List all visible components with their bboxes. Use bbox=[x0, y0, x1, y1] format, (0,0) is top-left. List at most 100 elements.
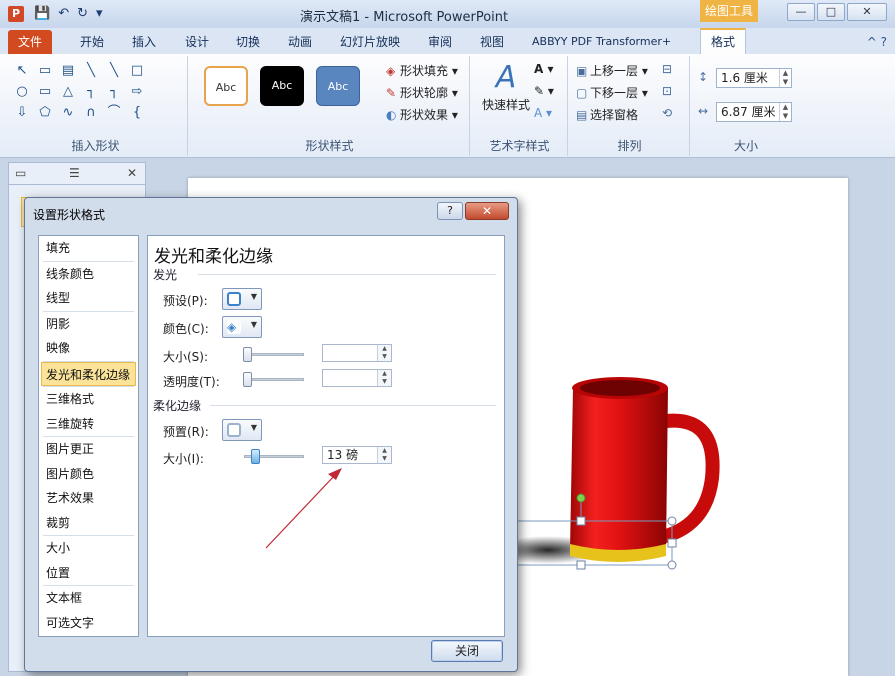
shape-option-icon[interactable]: ┐ bbox=[81, 83, 101, 101]
customize-qat-icon[interactable]: ▾ bbox=[96, 6, 103, 22]
shape-option-icon[interactable]: ⇩ bbox=[12, 104, 32, 122]
nav-item[interactable]: 阴影 bbox=[39, 312, 138, 337]
close-pane-icon[interactable]: ✕ bbox=[127, 166, 137, 180]
shape-outline-button[interactable]: ✎ 形状轮廓 ▾ bbox=[386, 84, 458, 101]
dialog-close-x-button[interactable]: ✕ bbox=[465, 202, 509, 220]
send-backward-button[interactable]: ▢ 下移一层 ▾ bbox=[576, 84, 648, 101]
save-icon[interactable]: 💾 bbox=[34, 6, 50, 22]
shape-style-black[interactable]: Abc bbox=[260, 66, 304, 106]
tab-format[interactable]: 格式 bbox=[700, 28, 747, 54]
tab-home[interactable]: 开始 bbox=[70, 30, 114, 54]
soft-edges-size-input[interactable]: 13 磅 ▲ ▼ bbox=[322, 446, 392, 464]
shape-option-icon[interactable]: ╲ bbox=[81, 62, 101, 80]
glow-size-input[interactable]: ▲ ▼ bbox=[322, 344, 392, 362]
resize-handle-right[interactable] bbox=[667, 538, 677, 548]
height-spinner-icon[interactable]: ▲ ▼ bbox=[779, 69, 791, 87]
tab-review[interactable]: 审阅 bbox=[418, 30, 462, 54]
nav-item[interactable]: 位置 bbox=[39, 561, 138, 586]
glow-color-dropdown[interactable]: ◈ ▼ bbox=[222, 316, 262, 338]
shape-option-icon[interactable]: ▭ bbox=[35, 83, 55, 101]
tab-transitions[interactable]: 切换 bbox=[226, 30, 270, 54]
glow-size-slider[interactable] bbox=[243, 347, 304, 362]
group-icon[interactable]: ⊡ bbox=[662, 84, 672, 98]
bring-forward-button[interactable]: ▣ 上移一层 ▾ bbox=[576, 62, 648, 79]
glow-transparency-slider[interactable] bbox=[243, 372, 304, 387]
shape-option-icon[interactable]: ▭ bbox=[35, 62, 55, 80]
text-effects-icon[interactable]: A ▾ bbox=[534, 106, 552, 120]
nav-item[interactable]: 可选文字 bbox=[39, 611, 138, 636]
shape-height-input[interactable]: 1.6 厘米 ▲ ▼ bbox=[716, 68, 792, 88]
width-spinner-icon[interactable]: ▲ ▼ bbox=[779, 103, 791, 121]
resize-handle-top[interactable] bbox=[576, 516, 586, 526]
tab-view[interactable]: 视图 bbox=[470, 30, 514, 54]
shape-option-icon[interactable]: ⌒ bbox=[104, 104, 124, 122]
redo-icon[interactable]: ↻ bbox=[77, 6, 88, 22]
glow-size-slider-knob[interactable] bbox=[243, 347, 252, 362]
dialog-close-button[interactable]: 关闭 bbox=[431, 640, 503, 662]
nav-item[interactable]: 映像 bbox=[39, 336, 138, 361]
shape-effects-button[interactable]: ◐ 形状效果 ▾ bbox=[386, 106, 458, 123]
nav-item[interactable]: 大小 bbox=[39, 536, 138, 561]
nav-item[interactable]: 图片颜色 bbox=[39, 462, 138, 487]
rotate-icon[interactable]: ⟲ bbox=[662, 106, 672, 120]
glow-transparency-slider-knob[interactable] bbox=[243, 372, 252, 387]
nav-item[interactable]: 裁剪 bbox=[39, 511, 138, 536]
tab-slideshow[interactable]: 幻灯片放映 bbox=[330, 30, 410, 54]
shape-option-icon[interactable]: ┐ bbox=[104, 83, 124, 101]
nav-item[interactable]: 发光和柔化边缘 bbox=[41, 361, 136, 386]
soft-edges-preset-dropdown[interactable]: ▼ bbox=[222, 419, 262, 441]
quick-styles-button[interactable]: A 快速样式 bbox=[478, 60, 534, 113]
rotation-handle[interactable] bbox=[576, 493, 586, 503]
nav-item[interactable]: 图片更正 bbox=[39, 437, 138, 462]
glow-size-spinner-icon[interactable]: ▲ ▼ bbox=[377, 345, 391, 361]
nav-item[interactable]: 三维格式 bbox=[39, 387, 138, 412]
shape-option-icon[interactable]: ╲ bbox=[104, 62, 124, 80]
glow-preset-dropdown[interactable]: ▼ bbox=[222, 288, 262, 310]
tab-animations[interactable]: 动画 bbox=[278, 30, 322, 54]
maximize-button[interactable]: □ bbox=[817, 3, 845, 21]
glow-transparency-input[interactable]: ▲ ▼ bbox=[322, 369, 392, 387]
shape-option-icon[interactable]: ⬠ bbox=[35, 104, 55, 122]
soft-edges-size-spinner-icon[interactable]: ▲ ▼ bbox=[377, 447, 391, 463]
shape-option-icon[interactable]: ∩ bbox=[81, 104, 101, 122]
resize-handle-bottom-right[interactable] bbox=[667, 560, 677, 570]
shape-style-orange-outline[interactable]: Abc bbox=[204, 66, 248, 106]
shape-option-icon[interactable]: ∿ bbox=[58, 104, 78, 122]
text-outline-icon[interactable]: ✎ ▾ bbox=[534, 84, 554, 98]
outline-tab-icon[interactable]: ☰ bbox=[69, 166, 80, 180]
shape-width-input[interactable]: 6.87 厘米 ▲ ▼ bbox=[716, 102, 792, 122]
nav-item[interactable]: 艺术效果 bbox=[39, 486, 138, 511]
shape-option-icon[interactable]: □ bbox=[127, 62, 147, 80]
slides-tab-icon[interactable]: ▭ bbox=[15, 166, 26, 180]
shape-option-icon[interactable]: ▤ bbox=[58, 62, 78, 80]
tab-abbyy[interactable]: ABBYY PDF Transformer+ bbox=[522, 30, 681, 54]
tab-design[interactable]: 设计 bbox=[175, 30, 219, 54]
shape-fill-button[interactable]: ◈ 形状填充 ▾ bbox=[386, 62, 458, 79]
shape-option-icon[interactable]: ○ bbox=[12, 83, 32, 101]
nav-item[interactable]: 三维旋转 bbox=[39, 412, 138, 437]
glow-transparency-spinner-icon[interactable]: ▲ ▼ bbox=[377, 370, 391, 386]
nav-item[interactable]: 线型 bbox=[39, 286, 138, 311]
selection-pane-button[interactable]: ▤ 选择窗格 bbox=[576, 106, 638, 123]
nav-item[interactable]: 填充 bbox=[39, 236, 138, 261]
help-icon[interactable]: ^ ? bbox=[867, 35, 887, 49]
shape-option-icon[interactable]: { bbox=[127, 104, 147, 122]
powerpoint-app-icon[interactable]: P bbox=[8, 6, 24, 22]
align-icon[interactable]: ⊟ bbox=[662, 62, 672, 76]
tab-insert[interactable]: 插入 bbox=[122, 30, 166, 54]
shape-option-icon[interactable]: ⇨ bbox=[127, 83, 147, 101]
nav-item[interactable]: 文本框 bbox=[39, 586, 138, 611]
resize-handle-top-right[interactable] bbox=[667, 516, 677, 526]
nav-item[interactable]: 线条颜色 bbox=[39, 262, 138, 287]
shapes-gallery[interactable]: ↖ ▭ ▤ ╲ ╲ □ ○ ▭ △ ┐ ┐ ⇨ ⇩ ⬠ ∿ ∩ ⌒{ bbox=[12, 62, 143, 122]
dialog-help-button[interactable]: ? bbox=[437, 202, 463, 220]
shape-option-icon[interactable]: ↖ bbox=[12, 62, 32, 80]
shape-style-blue[interactable]: Abc bbox=[316, 66, 360, 106]
minimize-button[interactable]: — bbox=[787, 3, 815, 21]
text-fill-icon[interactable]: A ▾ bbox=[534, 62, 554, 76]
close-window-button[interactable]: ✕ bbox=[847, 3, 887, 21]
soft-edges-size-slider-knob[interactable] bbox=[250, 449, 260, 464]
shape-option-icon[interactable]: △ bbox=[58, 83, 78, 101]
tab-file[interactable]: 文件 bbox=[8, 30, 53, 54]
undo-icon[interactable]: ↶ bbox=[58, 6, 69, 22]
